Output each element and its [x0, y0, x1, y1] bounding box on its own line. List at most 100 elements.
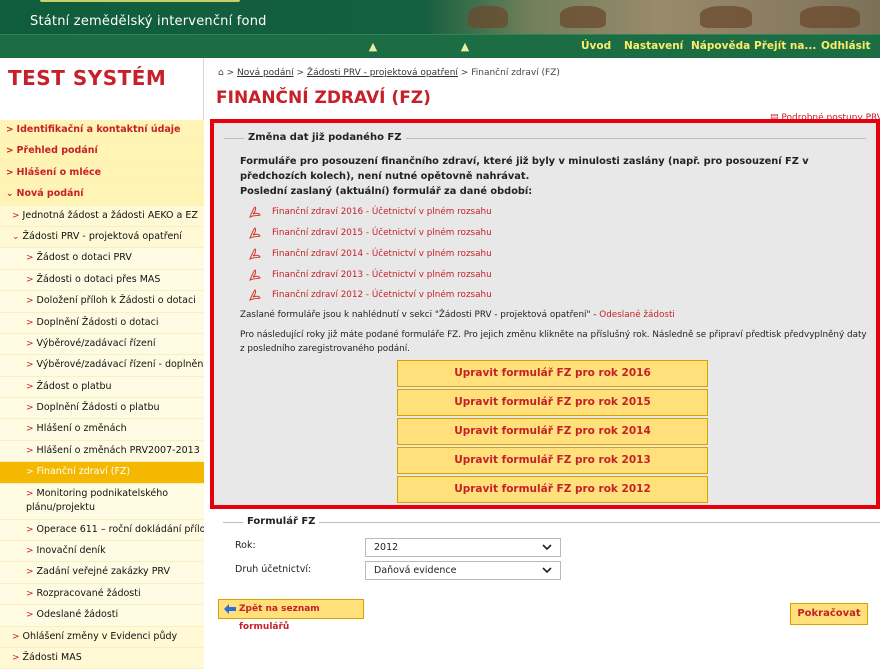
form-legend: Formulář FZ: [243, 516, 320, 527]
home-user-icon[interactable]: ▲: [366, 40, 380, 54]
chevron-right-icon: >: [12, 652, 20, 663]
top-navigation: ▲ ▲ Úvod Nastavení Nápověda Přejít na...…: [0, 34, 880, 58]
edit-fz-2014-button[interactable]: Upravit formulář FZ pro rok 2014: [397, 418, 708, 445]
breadcrumb-separator: >: [226, 68, 235, 78]
chevron-right-icon: >: [6, 125, 14, 135]
sidebar-item-rozpracovane-zadosti[interactable]: > Rozpracované žádosti: [0, 583, 204, 606]
pdf-link-2014[interactable]: Finanční zdraví 2014 - Účetnictví v plné…: [248, 248, 648, 262]
chevron-down-icon: ⌄: [12, 231, 20, 242]
chevron-right-icon: >: [26, 317, 34, 328]
chevron-right-icon: >: [26, 403, 34, 414]
breadcrumb-zadosti-prv[interactable]: Žádosti PRV - projektová opatření: [307, 68, 458, 78]
pdf-icon: [249, 206, 261, 219]
pdf-link-2015[interactable]: Finanční zdraví 2015 - Účetnictví v plné…: [248, 227, 648, 241]
accounting-select[interactable]: Daňová evidence: [365, 561, 561, 580]
change-panel-legend: Změna dat již podaného FZ: [244, 132, 406, 143]
chevron-right-icon: >: [26, 253, 34, 264]
szif-logo: [40, 0, 240, 2]
chevron-right-icon: >: [26, 588, 34, 599]
header-cow-image: [800, 6, 860, 28]
sidebar-item-vyberove-rizeni[interactable]: > Výběrové/zadávací řízení: [0, 333, 204, 356]
brand-title: TEST SYSTÉM: [8, 66, 167, 90]
sidebar-item-hlaseni-o-mlece[interactable]: > Hlášení o mléce: [0, 162, 204, 185]
user-icon[interactable]: ▲: [458, 40, 472, 54]
header-cow-image: [560, 6, 606, 28]
edit-note: Pro následující roky již máte podané for…: [240, 330, 867, 354]
sidebar-item-hlaseni-o-zmenach-prv2007[interactable]: > Hlášení o změnách PRV2007-2013: [0, 440, 204, 463]
chevron-right-icon: >: [26, 360, 34, 371]
chevron-right-icon: >: [6, 146, 14, 157]
page-title: FINANČNÍ ZDRAVÍ (FZ): [216, 88, 431, 108]
continue-button[interactable]: Pokračovat: [790, 603, 868, 625]
nav-uvod[interactable]: Úvod: [581, 40, 611, 52]
nav-nastaveni[interactable]: Nastavení: [624, 40, 683, 52]
chevron-right-icon: >: [26, 546, 34, 557]
sidebar-item-inovacni-denik[interactable]: > Inovační deník: [0, 541, 204, 563]
fieldset-border: [223, 522, 880, 523]
org-name: Státní zemědělský intervenční fond: [30, 14, 267, 29]
pdf-icon: [249, 248, 261, 261]
sidebar-item-zadost-o-dotaci-prv[interactable]: > Žádost o dotaci PRV: [0, 248, 204, 270]
chevron-right-icon: >: [26, 467, 34, 478]
pdf-icon: [249, 227, 261, 240]
arrow-left-icon: [224, 604, 236, 614]
odeslane-zadosti-link[interactable]: Odeslané žádosti: [599, 310, 675, 320]
edit-fz-2016-button[interactable]: Upravit formulář FZ pro rok 2016: [397, 360, 708, 387]
chevron-right-icon: >: [26, 424, 34, 435]
sidebar-item-doplneni-zadosti-o-platbu[interactable]: > Doplnění Žádosti o platbu: [0, 398, 204, 420]
breadcrumb: ⌂ > Nová podání > Žádosti PRV - projekto…: [218, 68, 560, 78]
sidebar-item-financni-zdravi[interactable]: > Finanční zdraví (FZ): [0, 462, 204, 484]
sidebar-item-zadost-o-platbu[interactable]: > Žádost o platbu: [0, 376, 204, 399]
chevron-right-icon: >: [12, 210, 20, 221]
sidebar-item-hlaseni-o-zmenach[interactable]: > Hlášení o změnách: [0, 419, 204, 441]
header-cow-image: [700, 6, 752, 28]
nav-prejit-na[interactable]: Přejít na...: [754, 40, 816, 52]
pdf-link-2012[interactable]: Finanční zdraví 2012 - Účetnictví v plné…: [248, 289, 648, 303]
sidebar-item-dolozeni-priloh[interactable]: > Doložení příloh k Žádosti o dotaci: [0, 291, 204, 313]
nav-napoveda[interactable]: Nápověda: [691, 40, 750, 52]
sidebar-item-operace-611[interactable]: > Operace 611 – roční dokládání příloh: [0, 519, 204, 542]
pdf-icon: [249, 269, 261, 282]
edit-fz-2015-button[interactable]: Upravit formulář FZ pro rok 2015: [397, 389, 708, 416]
sidebar-item-identifikacni[interactable]: > Identifikační a kontaktní údaje: [0, 120, 204, 142]
sidebar-item-zadosti-prv[interactable]: ⌄ Žádosti PRV - projektová opatření: [0, 226, 204, 249]
sidebar-item-doplneni-zadosti-o-dotaci[interactable]: > Doplnění Žádosti o dotaci: [0, 312, 204, 334]
chevron-right-icon: >: [26, 445, 34, 456]
chevron-right-icon: >: [26, 296, 34, 307]
pdf-icon: [249, 289, 261, 302]
form-fz: Formulář FZ Rok: 2012 Druh účetnictví: D…: [213, 516, 880, 588]
year-select[interactable]: 2012: [365, 538, 561, 557]
sidebar-item-monitoring[interactable]: > Monitoring podnikatelského plánu/projek…: [0, 483, 204, 520]
sidebar-item-jednotna-zadost[interactable]: > Jednotná žádost a žádosti AEKO a EZ: [0, 205, 204, 227]
edit-fz-2012-button[interactable]: Upravit formulář FZ pro rok 2012: [397, 476, 708, 503]
chevron-right-icon: >: [12, 631, 20, 642]
change-fz-panel: Změna dat již podaného FZ Formuláře pro …: [210, 119, 880, 509]
sidebar-item-odeslane-zadosti[interactable]: > Odeslané žádosti: [0, 605, 204, 627]
sidebar-item-zadosti-pres-mas[interactable]: > Žádosti o dotaci přes MAS: [0, 269, 204, 292]
chevron-down-icon: [542, 567, 552, 574]
chevron-right-icon: >: [26, 524, 34, 535]
chevron-down-icon: [542, 544, 552, 551]
sent-forms-note: Zaslané formuláře jsou k nahlédnutí v se…: [240, 310, 675, 320]
sidebar-item-vyberove-rizeni-doplneni[interactable]: > Výběrové/zadávací řízení - doplnění: [0, 355, 204, 377]
sidebar-item-nova-podani[interactable]: ⌄ Nová podání: [0, 184, 204, 206]
nav-odhlasit[interactable]: Odhlásit: [821, 40, 870, 52]
sidebar-item-zadani-verejne-zakazky[interactable]: > Zadání veřejné zakázky PRV: [0, 562, 204, 584]
last-sent-label: Poslední zaslaný (aktuální) formulář za …: [240, 186, 533, 197]
chevron-right-icon: >: [26, 381, 34, 392]
home-icon[interactable]: ⌂: [218, 68, 224, 78]
edit-fz-2013-button[interactable]: Upravit formulář FZ pro rok 2013: [397, 447, 708, 474]
back-to-forms-button[interactable]: Zpět na seznam formulářů: [218, 599, 364, 632]
pdf-link-2013[interactable]: Finanční zdraví 2013 - Účetnictví v plné…: [248, 269, 648, 283]
sidebar-item-ohlaseni-zmeny[interactable]: > Ohlášení změny v Evidenci půdy: [0, 626, 204, 648]
breadcrumb-nova-podani[interactable]: Nová podání: [237, 68, 294, 78]
chevron-down-icon: ⌄: [6, 189, 14, 200]
year-label: Rok:: [235, 540, 256, 551]
chevron-right-icon: >: [26, 567, 34, 578]
chevron-right-icon: >: [26, 488, 34, 499]
sidebar-item-zadosti-mas[interactable]: > Žádosti MAS: [0, 647, 204, 669]
sidebar-item-prehled-podani[interactable]: > Přehled podání: [0, 141, 204, 163]
breadcrumb-current: Finanční zdraví (FZ): [471, 68, 560, 78]
accounting-label: Druh účetnictví:: [235, 564, 312, 575]
pdf-link-2016[interactable]: Finanční zdraví 2016 - Účetnictví v plné…: [248, 206, 648, 220]
